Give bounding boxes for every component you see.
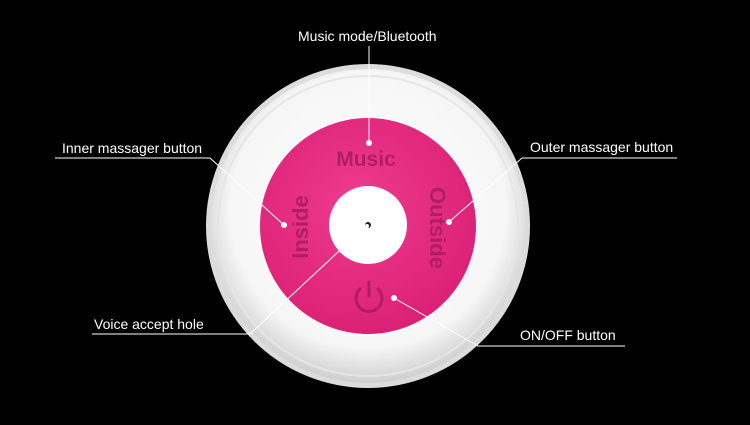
music-button[interactable]: Music — [336, 148, 396, 171]
outside-button[interactable]: Outside — [425, 187, 450, 269]
outer-massager-label: Outer massager button — [530, 139, 674, 155]
voice-dot — [365, 224, 369, 228]
inside-button[interactable]: Inside — [288, 195, 313, 259]
voice-hole-label: Voice accept hole — [94, 316, 204, 332]
inner-massager-label: Inner massager button — [62, 140, 203, 156]
music-mode-label: Music mode/Bluetooth — [298, 28, 437, 44]
on-off-label: ON/OFF button — [520, 327, 616, 343]
music-dot — [366, 140, 372, 146]
device-diagram: Music Inside Outside — [55, 46, 677, 388]
inner-dot — [281, 222, 287, 228]
outer-dot — [446, 219, 452, 225]
onoff-dot — [391, 295, 397, 301]
